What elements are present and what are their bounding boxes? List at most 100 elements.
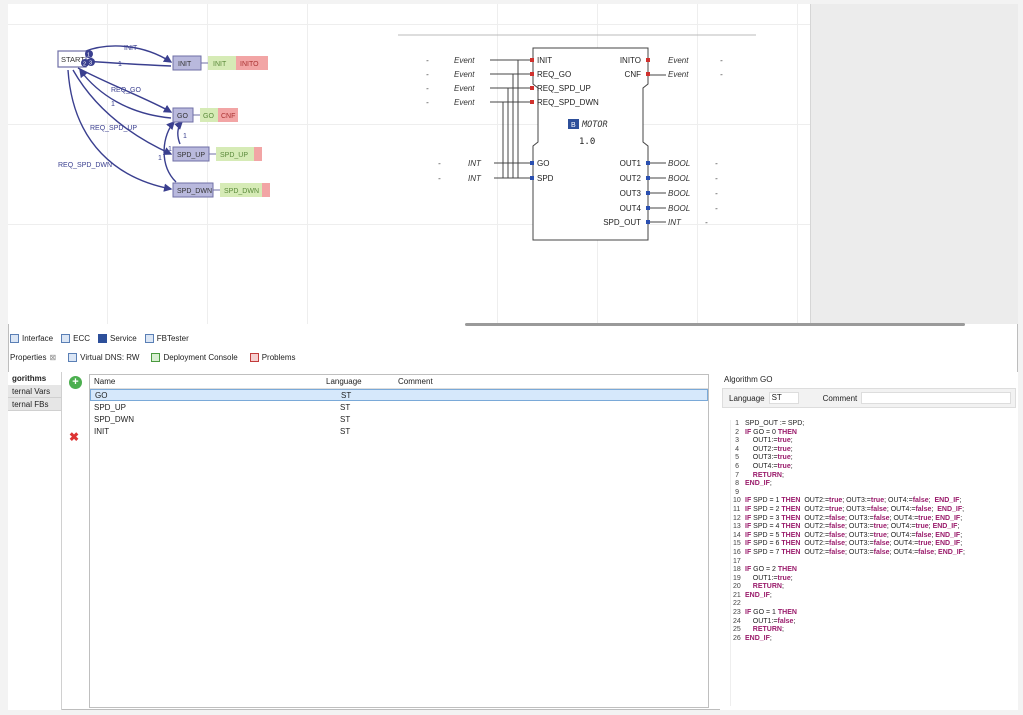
fb-input-data-type: INT	[468, 159, 482, 168]
table-row[interactable]: GO ST	[90, 389, 708, 401]
code-line: 4 OUT2:=true;	[733, 446, 1016, 455]
fb-input-event-type: Event	[454, 84, 475, 93]
code-line: 23 IF GO = 1 THEN	[733, 609, 1016, 618]
fb-output-data-type: INT	[668, 218, 682, 227]
interface-icon	[10, 334, 19, 343]
fb-port-go: GO	[537, 159, 549, 168]
code-line: 13 IF SPD = 4 THEN OUT2:=false; OUT3:=tru…	[733, 523, 1016, 532]
table-row[interactable]: INIT ST	[90, 425, 708, 437]
code-text: END_IF;	[745, 591, 772, 599]
code-line: 2 IF GO = 0 THEN	[733, 429, 1016, 438]
line-number: 23	[733, 609, 741, 617]
arc-spdup-go	[174, 121, 183, 145]
side-panel	[810, 4, 1018, 324]
fb-port-init: INIT	[537, 56, 552, 65]
table-row[interactable]: SPD_DWN ST	[90, 413, 708, 425]
fb-port-cnf: CNF	[625, 70, 642, 79]
code-line: 15 IF SPD = 6 THEN OUT2:=false; OUT3:=fal…	[733, 540, 1016, 549]
transition-label: 1	[183, 133, 187, 140]
code-text: OUT1:=true;	[745, 574, 793, 582]
section-internal-vars[interactable]: ternal Vars	[8, 385, 61, 398]
line-number: 6	[735, 462, 739, 470]
algorithm-buttons: + ✖	[64, 372, 88, 710]
line-number: 1	[735, 420, 739, 427]
code-line: 14 IF SPD = 5 THEN OUT2:=false; OUT3:=tru…	[733, 532, 1016, 541]
fb-port-spd-out: SPD_OUT	[603, 218, 641, 227]
tab-problems[interactable]: Problems	[248, 353, 298, 362]
code-line: 19 OUT1:=true;	[733, 575, 1016, 584]
fb-output-data-type: BOOL	[668, 159, 690, 168]
action-alg-spd-up: SPD_UP	[220, 152, 248, 159]
tab-label: Properties	[10, 353, 47, 362]
virtual-dns-icon	[68, 353, 78, 362]
fb-version: 1.0	[579, 137, 595, 147]
transition-label: REQ_SPD_UP	[90, 125, 137, 132]
action-alg-go: GO	[203, 113, 214, 120]
ecc-diagram[interactable]: INIT 1 REQ_GO 1 REQ_SPD_UP 1 1 REQ_SPD_D…	[8, 4, 398, 324]
action-event-go: CNF	[221, 113, 235, 120]
code-text: IF SPD = 5 THEN OUT2:=false; OUT3:=true;…	[745, 531, 963, 539]
language-label: Language	[729, 393, 765, 403]
code-line: 25 RETURN;	[733, 626, 1016, 635]
fb-port-req-go: REQ_GO	[537, 70, 571, 79]
delete-algorithm-button[interactable]: ✖	[69, 430, 79, 444]
fb-dash: -	[720, 70, 723, 79]
tab-service[interactable]: Service	[96, 334, 139, 343]
fb-type-badge-text: B	[571, 122, 576, 129]
line-number: 5	[735, 454, 739, 462]
code-line: 7 RETURN;	[733, 472, 1016, 481]
code-text: RETURN;	[752, 626, 784, 634]
horizontal-scrollbar[interactable]	[465, 323, 965, 326]
column-language[interactable]: Language	[326, 377, 398, 386]
code-line: 5 OUT3:=true;	[733, 454, 1016, 463]
code-text: RETURN;	[752, 583, 784, 591]
tab-ecc[interactable]: ECC	[59, 334, 92, 343]
fbtester-icon	[144, 334, 154, 343]
line-number: 18	[733, 566, 741, 574]
tab-deployment-console[interactable]: Deployment Console	[149, 353, 239, 362]
fb-output-event-type: Event	[668, 56, 689, 65]
fb-dash: -	[438, 174, 441, 183]
tab-fbtester[interactable]: FBTester	[143, 334, 191, 343]
close-icon[interactable]: ⊠	[49, 353, 56, 362]
column-comment[interactable]: Comment	[398, 377, 708, 386]
line-number: 9	[735, 488, 739, 496]
table-row[interactable]: SPD_UP ST	[90, 401, 708, 413]
tab-virtual-dns[interactable]: Virtual DNS: RW	[66, 353, 141, 362]
line-number: 26	[733, 634, 741, 642]
transition-label: REQ_GO	[111, 87, 142, 94]
line-number: 14	[733, 531, 741, 539]
code-text: OUT4:=true;	[745, 462, 793, 470]
fb-input-event-type: Event	[454, 98, 475, 107]
comment-field[interactable]	[861, 392, 1011, 404]
fb-port-out3: OUT3	[620, 189, 642, 198]
algorithm-title: Algorithm GO	[724, 375, 773, 384]
fb-interface-canvas[interactable]: - - - - Event Event Event Event INIT REQ…	[398, 4, 810, 324]
language-select[interactable]: ST	[768, 392, 799, 404]
code-line: 12 IF SPD = 3 THEN OUT2:=false; OUT3:=fal…	[733, 515, 1016, 524]
cell-name: SPD_UP	[94, 402, 127, 412]
action-alg-init: INIT	[213, 61, 227, 68]
section-algorithms[interactable]: gorithms	[8, 372, 61, 385]
code-line: 21 END_IF;	[733, 592, 1016, 601]
problems-icon	[249, 353, 259, 362]
code-editor[interactable]: 1 SPD_OUT := SPD; 2 IF GO = 0 THEN 3 OUT1:=t…	[730, 420, 1016, 706]
column-name[interactable]: Name	[90, 377, 326, 386]
tab-properties[interactable]: Properties ⊠	[8, 353, 58, 362]
fb-dash: -	[715, 174, 718, 183]
fb-output-data-type: BOOL	[668, 189, 690, 198]
tab-label: Interface	[22, 334, 54, 343]
line-number: 20	[733, 583, 741, 591]
tab-interface[interactable]: Interface	[8, 334, 55, 343]
section-internal-fbs[interactable]: ternal FBs	[8, 398, 61, 411]
code-text: IF GO = 1 THEN	[745, 609, 797, 617]
cell-language: ST	[341, 390, 352, 400]
line-number: 3	[735, 437, 739, 445]
console-icon	[151, 353, 161, 362]
fb-dash: -	[438, 159, 441, 168]
add-algorithm-button[interactable]: +	[69, 376, 82, 389]
code-line: 26 END_IF;	[733, 635, 1016, 644]
code-line: 1 SPD_OUT := SPD;	[733, 420, 1016, 429]
line-number: 4	[735, 445, 739, 453]
transition-label: 1	[158, 155, 162, 162]
